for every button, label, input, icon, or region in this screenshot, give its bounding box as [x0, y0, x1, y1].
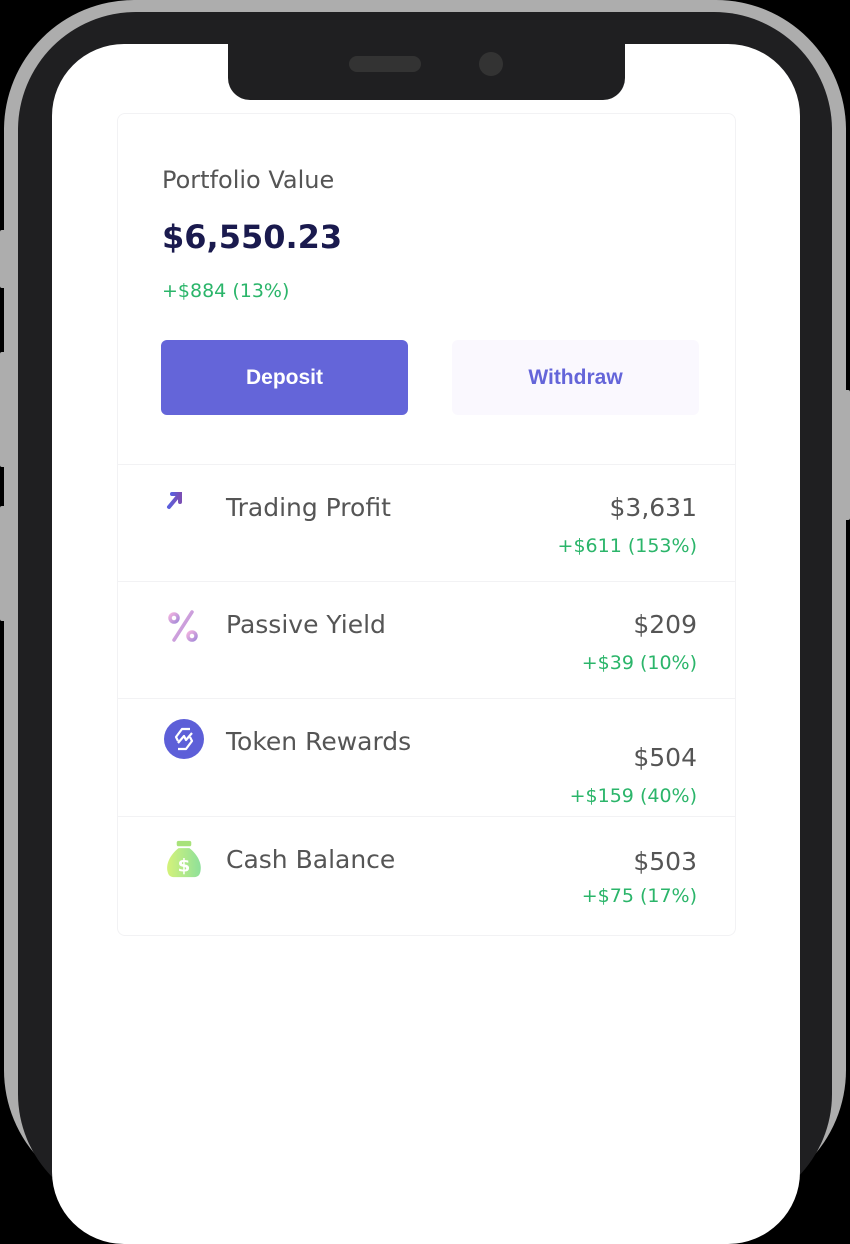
svg-text:$: $: [178, 856, 191, 877]
item-change: +$39 (10%): [581, 652, 697, 674]
item-change: +$159 (40%): [569, 785, 697, 807]
deposit-button[interactable]: Deposit: [161, 340, 408, 415]
phone-notch: [228, 40, 625, 100]
item-amount: $503: [633, 847, 697, 876]
item-name: Passive Yield: [226, 610, 386, 639]
phone-side-button: [842, 390, 850, 520]
portfolio-change: +$884 (13%): [162, 280, 290, 302]
item-name: Token Rewards: [226, 727, 412, 756]
token-icon: [164, 719, 204, 759]
item-name: Cash Balance: [226, 845, 396, 874]
camera: [479, 52, 503, 76]
item-change: +$611 (153%): [557, 535, 697, 557]
item-amount: $3,631: [609, 493, 697, 522]
money-bag-icon: $: [167, 840, 201, 878]
portfolio-value: $6,550.23: [162, 218, 343, 256]
portfolio-card: Portfolio Value $6,550.23 +$884 (13%) De…: [117, 113, 736, 936]
speaker: [349, 56, 421, 72]
item-amount: $504: [633, 743, 697, 772]
item-amount: $209: [633, 610, 697, 639]
phone-side-button: [0, 230, 8, 288]
percent-icon: [168, 610, 198, 642]
item-name: Trading Profit: [226, 493, 391, 522]
phone-side-button: [0, 506, 8, 621]
list-item-token-rewards[interactable]: Token Rewards $504 +$159 (40%): [118, 698, 735, 815]
list-item-passive-yield[interactable]: Passive Yield $209 +$39 (10%): [118, 581, 735, 698]
list-item-trading-profit[interactable]: Trading Profit $3,631 +$611 (153%): [118, 464, 735, 581]
withdraw-button[interactable]: Withdraw: [452, 340, 699, 415]
list-item-cash-balance[interactable]: $ Cash Balance $503 +$75 (17%): [118, 816, 735, 933]
phone-side-button: [0, 352, 8, 467]
portfolio-label: Portfolio Value: [162, 166, 335, 194]
item-change: +$75 (17%): [581, 885, 697, 907]
chart-up-icon: [167, 492, 195, 523]
